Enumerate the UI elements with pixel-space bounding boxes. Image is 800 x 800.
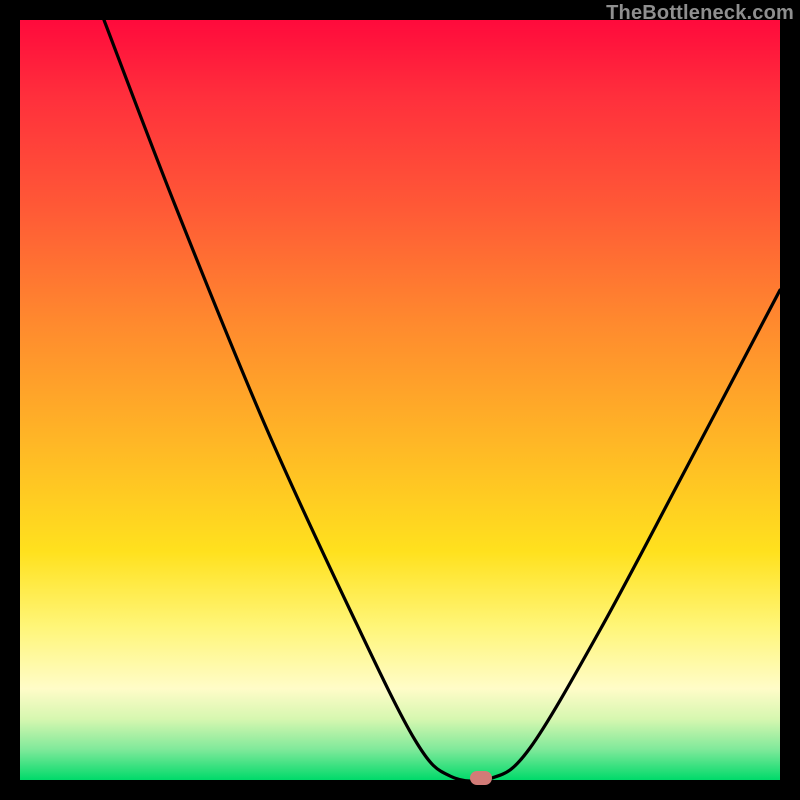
bottleneck-curve	[20, 20, 780, 780]
minimum-marker-icon	[470, 771, 492, 785]
chart-container: TheBottleneck.com	[0, 0, 800, 800]
curve-path	[104, 20, 780, 780]
chart-plot-area	[20, 20, 780, 780]
